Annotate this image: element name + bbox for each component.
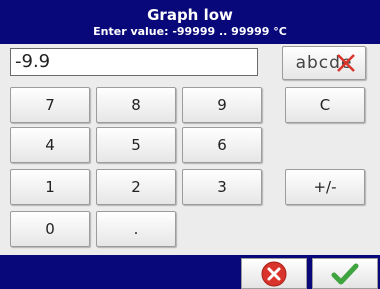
sign-toggle-button[interactable]: +/-	[285, 169, 365, 205]
dialog-subtitle: Enter value: -99999 .. 99999 °C	[93, 25, 287, 38]
cancel-icon	[261, 261, 287, 286]
key-1[interactable]: 1	[10, 169, 90, 205]
key-0[interactable]: 0	[10, 211, 90, 247]
key-6[interactable]: 6	[182, 127, 262, 163]
key-6-label: 6	[217, 136, 227, 154]
ok-button[interactable]	[312, 258, 378, 289]
key-3-label: 3	[217, 178, 227, 196]
key-9-label: 9	[217, 96, 227, 114]
key-7-label: 7	[45, 96, 55, 114]
key-2-label: 2	[131, 178, 141, 196]
alpha-keyboard-button[interactable]: abcde	[282, 46, 366, 80]
key-3[interactable]: 3	[182, 169, 262, 205]
key-7[interactable]: 7	[10, 87, 90, 123]
key-9[interactable]: 9	[182, 87, 262, 123]
cancel-button[interactable]	[241, 258, 307, 289]
dialog-header: Graph low Enter value: -99999 .. 99999 °…	[0, 0, 380, 44]
key-5[interactable]: 5	[96, 127, 176, 163]
clear-label: C	[319, 96, 331, 114]
key-0-label: 0	[45, 220, 55, 238]
checkmark-icon	[331, 263, 359, 284]
value-input[interactable]: -9.9	[10, 48, 258, 76]
key-2[interactable]: 2	[96, 169, 176, 205]
key-8[interactable]: 8	[96, 87, 176, 123]
key-4-label: 4	[45, 136, 55, 154]
key-1-label: 1	[45, 178, 55, 196]
dialog-title: Graph low	[147, 6, 233, 24]
key-5-label: 5	[131, 136, 141, 154]
decimal-point-label: .	[133, 220, 139, 238]
sign-toggle-label: +/-	[313, 178, 337, 196]
key-8-label: 8	[131, 96, 141, 114]
decimal-point-key[interactable]: .	[96, 211, 176, 247]
key-4[interactable]: 4	[10, 127, 90, 163]
clear-button[interactable]: C	[285, 87, 365, 123]
disabled-x-icon	[337, 54, 355, 72]
